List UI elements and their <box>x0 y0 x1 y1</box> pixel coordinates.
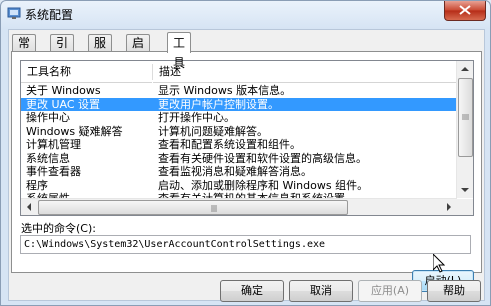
tool-description-cell: 计算机问题疑难解答。 <box>158 124 268 138</box>
tool-name-cell: 操作中心 <box>26 111 70 124</box>
tool-description-cell: 显示 Windows 版本信息。 <box>158 84 292 97</box>
tool-name-cell: 计算机管理 <box>26 138 81 151</box>
close-button[interactable] <box>444 1 486 21</box>
list-row[interactable]: 程序 启动、添加或删除程序和 Windows 组件。 <box>21 179 457 193</box>
dialog-content: 常规 引导 服务 启动 工具 工具名称 描述 关于 Windows 显示 Wind… <box>8 29 485 302</box>
scroll-left-arrow-icon[interactable] <box>21 199 37 215</box>
tool-description-cell: 查看和配置系统设置和组件。 <box>158 138 301 151</box>
list-header: 工具名称 描述 <box>21 61 457 83</box>
tool-name-cell: 事件查看器 <box>26 165 81 178</box>
system-config-window: 系统配置 常规 引导 服务 启动 工具 工具名称 描述 关于 Windows 显示… <box>0 0 491 306</box>
tool-name-cell: 程序 <box>26 178 48 192</box>
tool-description-cell: 更改用户帐户控制设置。 <box>158 97 279 111</box>
tool-name-cell: 系统信息 <box>26 151 70 165</box>
tab-general[interactable]: 常规 <box>12 34 37 66</box>
list-row[interactable]: 关于 Windows 显示 Windows 版本信息。 <box>21 84 457 98</box>
tool-description-cell: 查看监视消息和疑难解答消息。 <box>158 165 312 178</box>
list-rows: 关于 Windows 显示 Windows 版本信息。更改 UAC 设置 更改用户帐… <box>21 84 457 206</box>
window-title: 系统配置 <box>25 8 74 22</box>
list-row[interactable]: 事件查看器 查看监视消息和疑难解答消息。 <box>21 165 457 179</box>
tool-name-cell: 更改 UAC 设置 <box>26 97 101 111</box>
tool-description-cell: 打开操作中心。 <box>158 111 235 124</box>
mouse-pointer-icon <box>433 254 445 273</box>
list-row[interactable]: 计算机管理 查看和配置系统设置和组件。 <box>21 138 457 152</box>
vertical-scrollbar[interactable] <box>456 61 473 198</box>
msconfig-app-icon <box>7 6 21 20</box>
scroll-up-arrow-icon[interactable] <box>457 61 473 77</box>
list-row[interactable]: 系统信息 查看有关硬件设置和软件设置的高级信息。 <box>21 152 457 166</box>
title-bar[interactable]: 系统配置 <box>1 1 490 27</box>
horizontal-scroll-thumb[interactable] <box>38 200 348 215</box>
selected-command-field[interactable]: C:\Windows\System32\UserAccountControlSe… <box>20 235 471 254</box>
ok-button[interactable]: 确定 <box>220 280 284 302</box>
scroll-down-arrow-icon[interactable] <box>457 182 473 198</box>
tab-tools[interactable]: 工具 <box>167 32 192 70</box>
column-header-description[interactable]: 描述 <box>153 61 457 83</box>
list-row[interactable]: 操作中心 打开操作中心。 <box>21 111 457 125</box>
tool-description-cell: 启动、添加或删除程序和 Windows 组件。 <box>158 178 369 192</box>
list-row[interactable]: 更改 UAC 设置 更改用户帐户控制设置。 <box>21 97 457 111</box>
list-row[interactable]: Windows 疑难解答 计算机问题疑难解答。 <box>21 125 457 139</box>
vertical-scroll-thumb[interactable] <box>458 78 473 157</box>
apply-button[interactable]: 应用(A) <box>358 280 422 302</box>
cancel-button[interactable]: 取消 <box>289 280 353 302</box>
tool-description-cell: 查看有关硬件设置和软件设置的高级信息。 <box>158 151 367 165</box>
close-x-icon <box>459 5 471 15</box>
horizontal-scrollbar[interactable] <box>21 198 457 215</box>
selected-command-label: 选中的命令(C): <box>21 222 96 235</box>
tools-list[interactable]: 工具名称 描述 关于 Windows 显示 Windows 版本信息。 更改 UAC… <box>20 60 474 216</box>
tools-panel: 工具名称 描述 关于 Windows 显示 Windows 版本信息。 更改 UAC… <box>11 51 482 292</box>
tab-boot[interactable]: 引导 <box>50 34 75 66</box>
tool-name-cell: Windows 疑难解答 <box>26 124 123 138</box>
scrollbar-corner <box>457 199 473 215</box>
tab-services[interactable]: 服务 <box>88 34 113 66</box>
tool-name-cell: 关于 Windows <box>26 84 101 97</box>
scroll-right-arrow-icon[interactable] <box>441 199 457 215</box>
column-header-tool-name[interactable]: 工具名称 <box>21 61 152 83</box>
help-button[interactable]: 帮助 <box>427 280 481 302</box>
tab-startup[interactable]: 启动 <box>126 34 151 66</box>
